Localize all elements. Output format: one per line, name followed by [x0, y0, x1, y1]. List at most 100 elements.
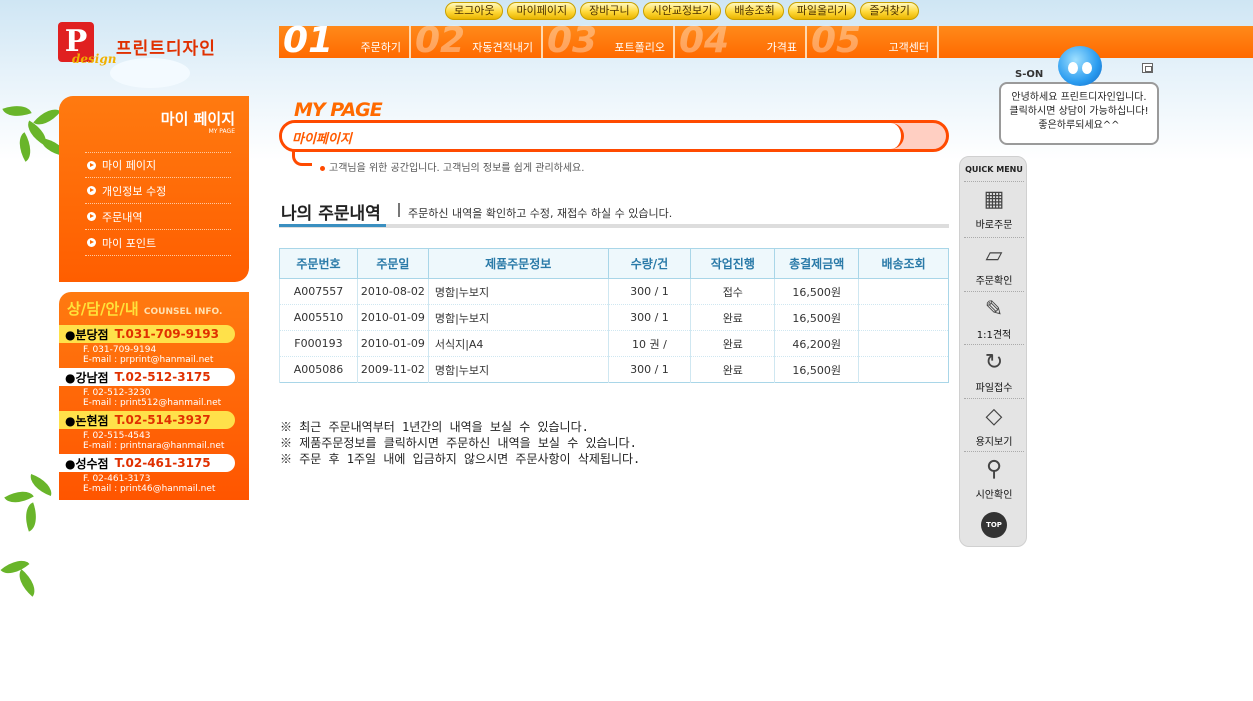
counsel-title: 상/담/안/내 COUNSEL INFO.: [67, 298, 222, 319]
cart-link[interactable]: 장바구니: [580, 2, 639, 20]
chat-bubble[interactable]: 안녕하세요 프린트디자인입니다. 클릭하시면 상담이 가능하십니다! 좋은하루되…: [999, 82, 1159, 145]
delivery-link[interactable]: 배송조회: [725, 2, 784, 20]
sidebar-item-label: 개인정보 수정: [102, 184, 167, 198]
quick-item-check[interactable]: ▱ 주문확인: [964, 237, 1024, 291]
refresh-icon: ↻: [984, 350, 1004, 375]
total-amount: 16,500원: [774, 356, 859, 383]
section-title: 나의 주문내역: [281, 204, 381, 224]
column-header: 주문일: [356, 248, 429, 279]
breadcrumb: 마이페이지: [279, 120, 949, 152]
quick-menu-title: QUICK MENU: [965, 165, 1023, 174]
product-info-link[interactable]: 서식지|A4: [427, 330, 609, 357]
scroll-top-button[interactable]: TOP: [981, 512, 1007, 538]
branch-fax: F. 02-512-3230: [83, 388, 151, 398]
site-logo[interactable]: P design 프린트디자인: [58, 22, 228, 70]
nav-label: 자동견적내기: [472, 41, 533, 54]
logo-script: design: [72, 52, 117, 66]
quantity: 10 권 /: [607, 330, 691, 357]
delivery-status: [858, 278, 949, 305]
nav-estimate[interactable]: 02 자동견적내기: [411, 22, 543, 60]
quantity: 300 / 1: [607, 356, 691, 383]
branch-bar: ●분당점 T.031-709-9193: [59, 325, 235, 343]
quantity: 300 / 1: [607, 278, 691, 305]
sidebar-item-orders[interactable]: 주문내역: [85, 204, 231, 230]
proof-link[interactable]: 시안교정보기: [642, 2, 722, 20]
work-status: 완료: [690, 304, 775, 331]
branch-email: E-mail : print512@hanmail.net: [83, 398, 222, 408]
book-icon: ▱: [985, 243, 1003, 268]
nav-number: 02: [415, 20, 466, 61]
nav-label: 주문하기: [360, 41, 401, 54]
sidebar: 마이 페이지 MY PAGE 마이 페이지 개인정보 수정 주문내역 마이 포인…: [59, 96, 249, 282]
quick-item-estimate[interactable]: ✎ 1:1견적: [964, 291, 1024, 345]
nav-price[interactable]: 04 가격표: [675, 22, 807, 60]
branch-name: ●분당점: [65, 327, 109, 342]
quick-item-proof[interactable]: ⚲ 시안확인: [964, 451, 1024, 505]
arrow-circle-icon: [87, 212, 96, 221]
logo-name: 프린트디자인: [116, 39, 216, 59]
top-links: 로그아웃 마이페이지 장바구니 시안교정보기 배송조회 파일올리기 즐겨찾기: [445, 2, 919, 20]
order-number: A007557: [279, 278, 358, 305]
branch-seongsu: ●성수점 T.02-461-3175 F. 02-461-3173 E-mail…: [59, 454, 249, 494]
quick-item-label: 바로주문: [975, 220, 1013, 231]
close-icon[interactable]: [1142, 63, 1153, 73]
branch-info: F. 031-709-9194 E-mail : prprint@hanmail…: [83, 345, 249, 365]
breadcrumb-label: 마이페이지: [292, 132, 352, 147]
total-amount: 16,500원: [774, 304, 859, 331]
product-info-link[interactable]: 명함|누보지: [427, 278, 609, 305]
branch-bar: ●논현점 T.02-514-3937: [59, 411, 235, 429]
quick-item-label: 시안확인: [975, 490, 1013, 501]
favorite-link[interactable]: 즐겨찾기: [860, 2, 919, 20]
mascot-eye: [1068, 62, 1078, 74]
order-date: 2009-11-02: [356, 356, 429, 383]
table-header-row: 주문번호 주문일 제품주문정보 수량/건 작업진행 총결제금액 배송조회: [279, 248, 949, 279]
nav-customer[interactable]: 05 고객센터: [807, 22, 939, 60]
sidebar-item-mypage[interactable]: 마이 페이지: [85, 152, 231, 178]
magnifier-icon: ⚲: [985, 457, 1003, 482]
mypage-link[interactable]: 마이페이지: [507, 2, 577, 20]
branch-bar: ●강남점 T.02-512-3175: [59, 368, 235, 386]
branch-info: F. 02-512-3230 E-mail : print512@hanmail…: [83, 388, 249, 408]
nav-number: 03: [547, 20, 598, 61]
branch-fax: F. 031-709-9194: [83, 345, 157, 355]
order-date: 2010-08-02: [356, 278, 429, 305]
note-line: ※ 제품주문정보를 클릭하시면 주문하신 내역을 보실 수 있습니다.: [280, 436, 637, 450]
work-status: 접수: [690, 278, 775, 305]
column-header: 작업진행: [690, 248, 776, 279]
quick-item-paper[interactable]: ◇ 용지보기: [964, 398, 1024, 452]
sidebar-item-profile[interactable]: 개인정보 수정: [85, 178, 231, 204]
order-number: F000193: [279, 330, 358, 357]
table-row: A005510 2010-01-09 명함|누보지 300 / 1 완료 16,…: [279, 304, 949, 331]
breadcrumb-inner: 마이페이지: [282, 123, 904, 149]
upload-link[interactable]: 파일올리기: [787, 2, 857, 20]
branch-name: ●성수점: [65, 456, 109, 471]
order-number: A005510: [279, 304, 358, 331]
chat-line: 클릭하시면 상담이 가능하십니다!: [1009, 106, 1149, 117]
nav-label: 가격표: [766, 41, 797, 54]
branch-tel: T.02-512-3175: [114, 370, 211, 384]
quick-item-label: 1:1견적: [976, 330, 1012, 341]
branch-tel: T.02-514-3937: [114, 413, 211, 427]
product-info-link[interactable]: 명함|누보지: [427, 356, 609, 383]
nav-number: 05: [811, 20, 862, 61]
product-info-link[interactable]: 명함|누보지: [427, 304, 609, 331]
nav-order[interactable]: 01 주문하기: [279, 22, 411, 60]
sidebar-subtitle: MY PAGE: [208, 128, 235, 135]
branch-tel: T.031-709-9193: [114, 327, 219, 341]
delivery-status: [858, 330, 949, 357]
column-header: 총결제금액: [774, 248, 860, 279]
work-status: 완료: [690, 356, 775, 383]
logout-link[interactable]: 로그아웃: [445, 2, 504, 20]
nav-portfolio[interactable]: 03 포트폴리오: [543, 22, 675, 60]
sidebar-item-points[interactable]: 마이 포인트: [85, 230, 231, 256]
column-header: 주문번호: [279, 248, 358, 279]
column-header: 배송조회: [858, 248, 949, 279]
work-status: 완료: [690, 330, 775, 357]
branch-bundang: ●분당점 T.031-709-9193 F. 031-709-9194 E-ma…: [59, 325, 249, 365]
calculator-icon: ▦: [983, 187, 1005, 212]
quick-item-order[interactable]: ▦ 바로주문: [964, 181, 1024, 235]
mascot-icon[interactable]: [1058, 46, 1102, 86]
quick-item-label: 용지보기: [975, 437, 1013, 448]
quick-item-file[interactable]: ↻ 파일접수: [964, 344, 1024, 398]
branch-gangnam: ●강남점 T.02-512-3175 F. 02-512-3230 E-mail…: [59, 368, 249, 408]
